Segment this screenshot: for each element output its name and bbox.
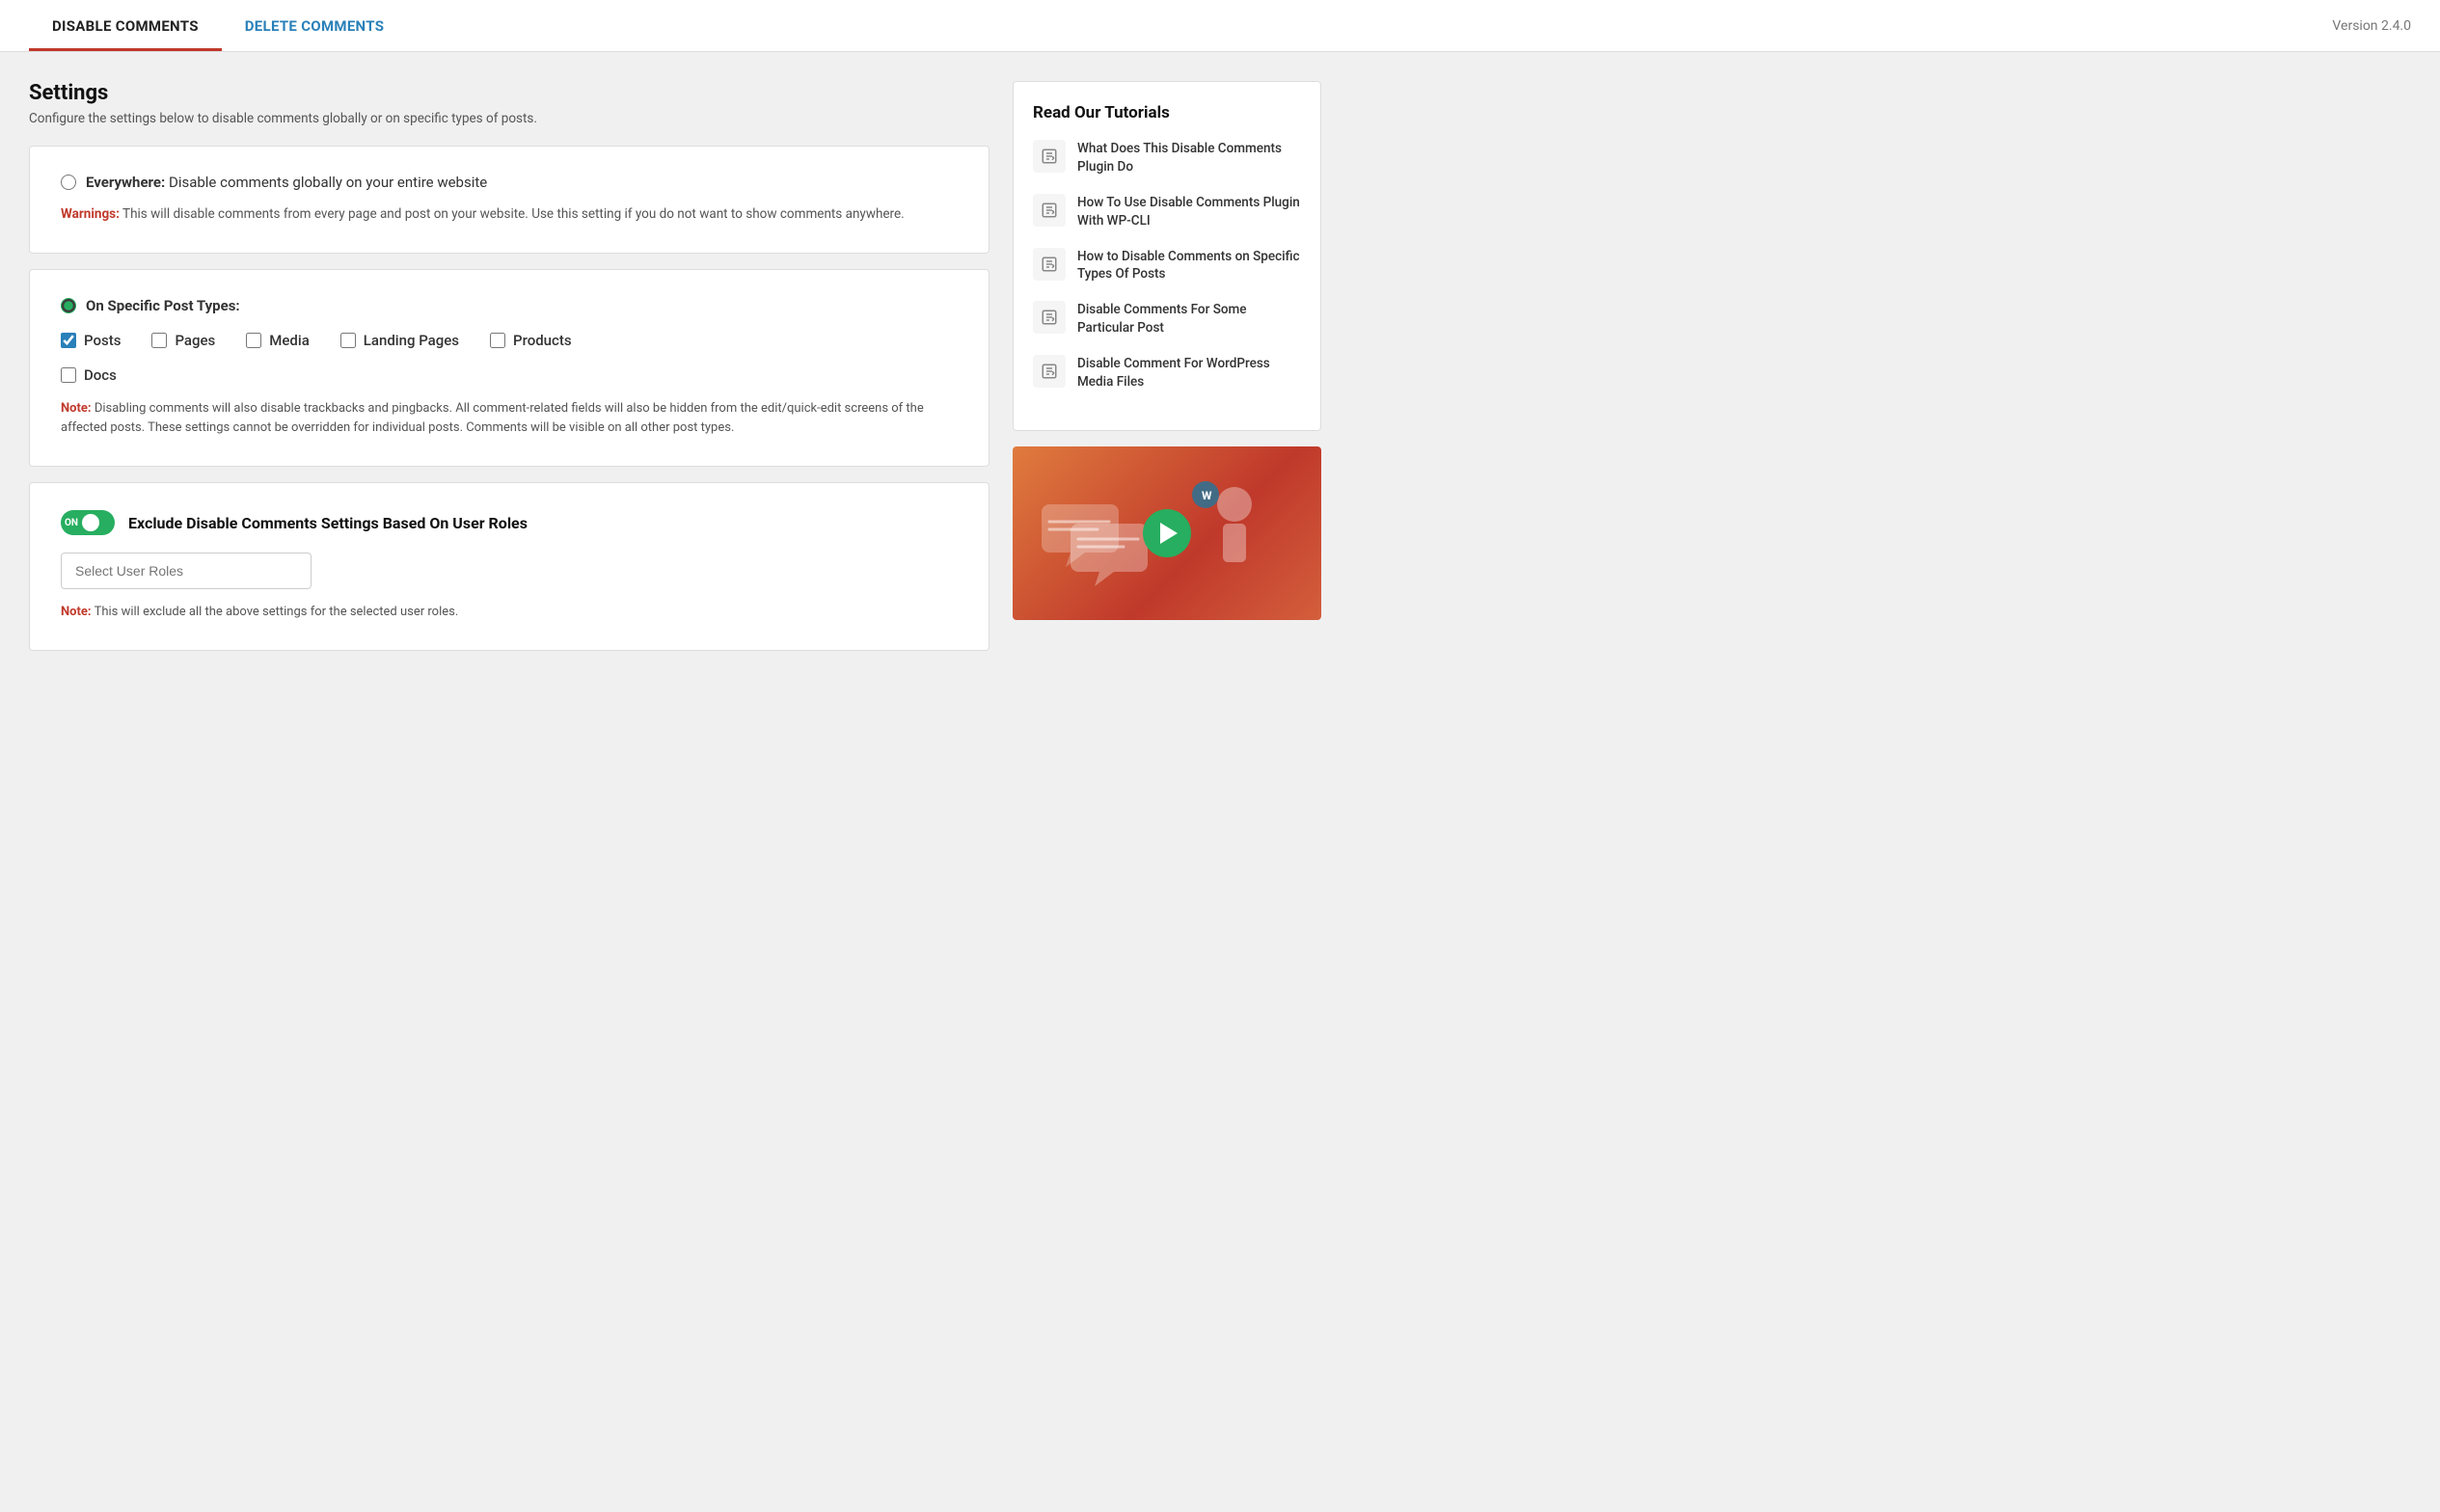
tutorial-link-1: What Does This Disable Comments Plugin D…	[1077, 140, 1301, 176]
everywhere-radio[interactable]	[61, 175, 76, 190]
label-docs[interactable]: Docs	[84, 366, 117, 384]
post-type-landing-pages: Landing Pages	[340, 332, 459, 349]
right-sidebar: Read Our Tutorials What Does This Disabl…	[1013, 81, 1321, 666]
tutorial-item-3[interactable]: How to Disable Comments on Specific Type…	[1033, 248, 1301, 284]
specific-note: Note: Disabling comments will also disab…	[61, 399, 958, 440]
specific-radio[interactable]	[61, 298, 76, 313]
docs-row: Docs	[61, 366, 958, 384]
toggle-header: ON Exclude Disable Comments Settings Bas…	[61, 510, 958, 535]
everywhere-warning: Warnings: This will disable comments fro…	[61, 204, 958, 226]
toggle-on-label: ON	[65, 518, 78, 528]
tab-delete-comments[interactable]: DELETE COMMENTS	[222, 0, 408, 51]
post-types-row: Posts Pages Media Landing Pages	[61, 332, 958, 349]
post-type-products: Products	[490, 332, 572, 349]
tutorial-icon-2	[1033, 194, 1066, 227]
checkbox-posts[interactable]	[61, 333, 76, 348]
warning-label: Warnings:	[61, 206, 120, 222]
video-play-button[interactable]	[1143, 509, 1191, 557]
tutorial-item-2[interactable]: How To Use Disable Comments Plugin With …	[1033, 194, 1301, 230]
tutorial-icon-3	[1033, 248, 1066, 281]
nav-tabs: DISABLE COMMENTS DELETE COMMENTS	[29, 0, 407, 51]
warning-text: This will disable comments from every pa…	[122, 206, 905, 222]
exclude-note: Note: This will exclude all the above se…	[61, 603, 958, 623]
post-type-pages: Pages	[151, 332, 215, 349]
tab-disable-comments[interactable]: DISABLE COMMENTS	[29, 0, 222, 51]
tutorial-icon-4	[1033, 301, 1066, 334]
label-products[interactable]: Products	[513, 332, 572, 349]
toggle-switch[interactable]: ON	[61, 510, 115, 535]
tutorials-card: Read Our Tutorials What Does This Disabl…	[1013, 81, 1321, 431]
specific-label[interactable]: On Specific Post Types:	[86, 297, 240, 314]
post-type-media: Media	[246, 332, 310, 349]
tutorial-icon-1	[1033, 140, 1066, 173]
post-type-posts: Posts	[61, 332, 121, 349]
left-panel: Settings Configure the settings below to…	[29, 81, 990, 666]
main-content: Settings Configure the settings below to…	[0, 52, 1350, 695]
label-pages[interactable]: Pages	[175, 332, 215, 349]
checkbox-media[interactable]	[246, 333, 261, 348]
tutorial-item-5[interactable]: Disable Comment For WordPress Media File…	[1033, 355, 1301, 392]
tutorial-link-2: How To Use Disable Comments Plugin With …	[1077, 194, 1301, 230]
specific-post-types-card: On Specific Post Types: Posts Pages	[29, 269, 990, 468]
exclude-note-text: This will exclude all the above settings…	[95, 605, 459, 619]
checkbox-landing-pages[interactable]	[340, 333, 356, 348]
label-media[interactable]: Media	[269, 332, 310, 349]
checkbox-products[interactable]	[490, 333, 505, 348]
everywhere-option-row: Everywhere: Disable comments globally on…	[61, 174, 958, 191]
tutorial-item-1[interactable]: What Does This Disable Comments Plugin D…	[1033, 140, 1301, 176]
tutorial-link-4: Disable Comments For Some Particular Pos…	[1077, 301, 1301, 338]
top-nav: DISABLE COMMENTS DELETE COMMENTS Version…	[0, 0, 2440, 52]
note-text: Disabling comments will also disable tra…	[61, 401, 924, 436]
tutorial-link-5: Disable Comment For WordPress Media File…	[1077, 355, 1301, 392]
tutorial-icon-5	[1033, 355, 1066, 388]
label-posts[interactable]: Posts	[84, 332, 121, 349]
everywhere-label[interactable]: Everywhere: Disable comments globally on…	[86, 174, 487, 191]
post-type-docs: Docs	[61, 366, 117, 384]
specific-option-row: On Specific Post Types:	[61, 297, 958, 314]
checkbox-docs[interactable]	[61, 367, 76, 383]
settings-subtitle: Configure the settings below to disable …	[29, 111, 990, 126]
tutorial-item-4[interactable]: Disable Comments For Some Particular Pos…	[1033, 301, 1301, 338]
exclude-user-roles-card: ON Exclude Disable Comments Settings Bas…	[29, 482, 990, 651]
select-user-roles-input[interactable]	[61, 553, 312, 589]
exclude-note-label: Note:	[61, 605, 92, 619]
tutorial-link-3: How to Disable Comments on Specific Type…	[1077, 248, 1301, 284]
page-wrapper: DISABLE COMMENTS DELETE COMMENTS Version…	[0, 0, 2440, 1512]
version-text: Version 2.4.0	[2332, 18, 2411, 34]
toggle-knob	[82, 514, 99, 531]
svg-text:W: W	[1202, 489, 1212, 502]
label-landing-pages[interactable]: Landing Pages	[364, 332, 459, 349]
video-thumbnail[interactable]: W	[1013, 446, 1321, 620]
everywhere-card: Everywhere: Disable comments globally on…	[29, 146, 990, 254]
exclude-title: Exclude Disable Comments Settings Based …	[128, 514, 528, 532]
tutorials-title: Read Our Tutorials	[1033, 103, 1301, 122]
checkbox-pages[interactable]	[151, 333, 167, 348]
settings-title: Settings	[29, 81, 990, 105]
note-label: Note:	[61, 401, 92, 416]
